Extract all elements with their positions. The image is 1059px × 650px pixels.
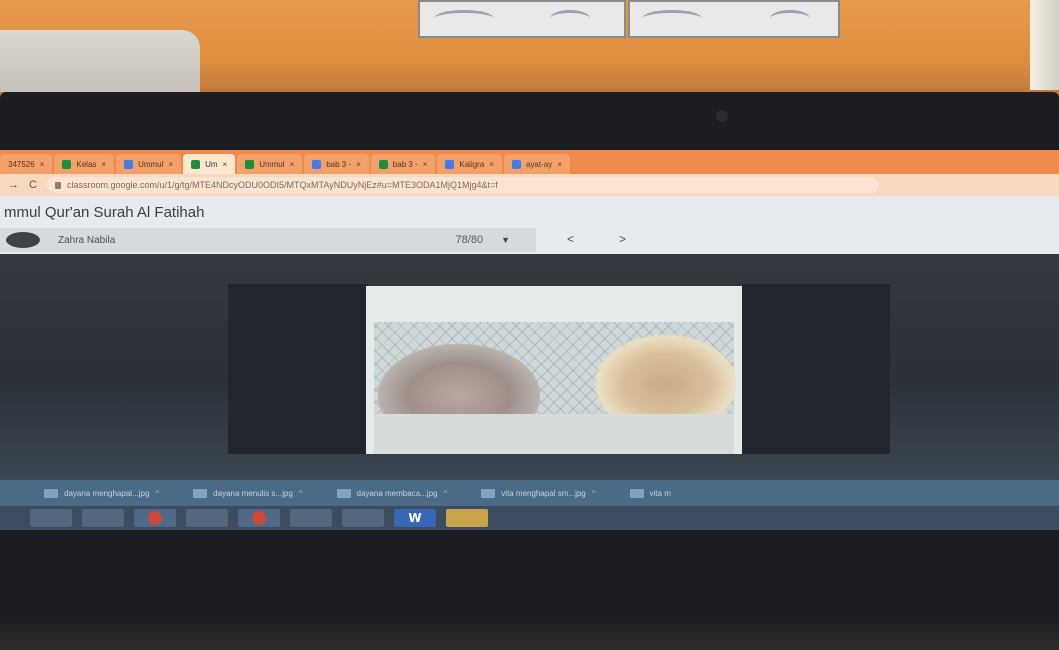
downloads-bar: dayana menghapal...jpg ^ dayana menulis …: [0, 480, 1059, 506]
word-icon[interactable]: W: [394, 509, 436, 527]
drive-icon: [312, 159, 322, 169]
tab-label: Um: [205, 159, 218, 169]
frame-logo-mark: [434, 10, 494, 27]
browser-tab[interactable]: Kelas ×: [54, 154, 115, 174]
tab-close-icon[interactable]: ×: [223, 160, 228, 169]
lock-icon: [54, 181, 61, 189]
tab-label: Ummul: [259, 159, 285, 169]
url-text: classroom.google.com/u/1/g/tg/MTE4NDcyOD…: [66, 180, 498, 190]
browser-tab[interactable]: bab 3 - ×: [304, 154, 369, 174]
browser-tab[interactable]: Ummul ×: [237, 154, 303, 174]
forward-arrow-icon[interactable]: →: [8, 179, 19, 191]
video-person-right: [588, 330, 742, 420]
download-item[interactable]: dayana menghapal...jpg ^: [44, 488, 159, 498]
tab-close-icon[interactable]: ×: [557, 160, 562, 169]
tab-close-icon[interactable]: ×: [40, 160, 45, 169]
browser-tab[interactable]: Kaligra ×: [437, 154, 502, 174]
browser-tab-active[interactable]: Um ×: [183, 154, 236, 174]
student-name: Zahra Nabila: [58, 234, 116, 246]
tab-label: bab 3 -: [392, 159, 418, 169]
classroom-icon: [62, 159, 72, 169]
classroom-icon: [378, 159, 388, 169]
next-student-button[interactable]: >: [619, 232, 626, 246]
download-item[interactable]: dayana menulis s...jpg ^: [193, 488, 303, 498]
tab-label: Kaligra: [459, 159, 485, 169]
taskbar-app-icon[interactable]: [186, 509, 228, 527]
download-filename: dayana menghapal...jpg: [64, 488, 150, 498]
wall-certificate-right: [628, 0, 840, 38]
tab-label: Ummul: [138, 159, 164, 169]
student-selector[interactable]: Zahra Nabila 78/80 ▼: [0, 228, 536, 252]
folder-icon[interactable]: [446, 509, 488, 527]
tab-close-icon[interactable]: ×: [489, 160, 494, 169]
chevron-down-icon[interactable]: ▼: [501, 235, 510, 245]
tab-label: 347526: [8, 159, 35, 169]
grader-header: mmul Qur'an Surah Al Fatihah Zahra Nabil…: [0, 196, 1059, 254]
tab-label: bab 3 -: [326, 159, 352, 169]
image-file-icon: [481, 488, 496, 498]
submission-video[interactable]: [366, 286, 742, 454]
frame-logo-mark: [642, 10, 702, 27]
webcam-lens: [716, 110, 728, 122]
tab-label: ayat-ay: [525, 159, 553, 169]
download-item[interactable]: vita m: [629, 488, 671, 498]
tab-close-icon[interactable]: ×: [168, 160, 173, 169]
taskbar-app-icon[interactable]: [342, 509, 384, 527]
laptop-screen: 347526 × Kelas × Ummul × Um × Ummul × ba…: [0, 150, 1059, 530]
tab-close-icon[interactable]: ×: [423, 160, 428, 169]
taskbar-app-icon[interactable]: [290, 509, 332, 527]
video-person-left: [378, 344, 540, 418]
submission-viewer: [0, 254, 1059, 480]
chrome-icon[interactable]: [134, 509, 176, 527]
assignment-title: mmul Qur'an Surah Al Fatihah: [4, 204, 205, 221]
chevron-up-icon[interactable]: ^: [443, 489, 447, 498]
viewer-backdrop-right: [742, 284, 890, 454]
viewer-backdrop-left: [228, 284, 368, 454]
video-foreground: [374, 414, 734, 454]
download-filename: vita m: [649, 488, 671, 498]
background-object-right: [1030, 0, 1059, 90]
chrome-icon[interactable]: [238, 509, 280, 527]
laptop-base: [0, 612, 1059, 650]
browser-tab-strip: 347526 × Kelas × Ummul × Um × Ummul × ba…: [0, 150, 1059, 174]
wall-certificate-left: [418, 0, 626, 38]
image-file-icon: [629, 488, 644, 498]
download-item[interactable]: vita menghapal sm...jpg ^: [481, 488, 596, 498]
browser-tab[interactable]: bab 3 - ×: [370, 154, 436, 174]
browser-tab[interactable]: ayat-ay ×: [503, 154, 570, 174]
browser-tab[interactable]: Ummul ×: [116, 154, 182, 174]
taskbar-app-icon[interactable]: [82, 509, 124, 527]
previous-student-button[interactable]: <: [567, 232, 574, 246]
chevron-up-icon[interactable]: ^: [592, 489, 596, 498]
image-file-icon: [44, 488, 58, 498]
background-object-left: [0, 30, 200, 92]
download-item[interactable]: dayana membaca...jpg ^: [336, 488, 447, 498]
os-taskbar: W: [0, 506, 1059, 530]
tab-close-icon[interactable]: ×: [290, 160, 295, 169]
reload-icon[interactable]: C: [29, 179, 37, 191]
tab-close-icon[interactable]: ×: [356, 160, 361, 169]
taskbar-app-icon[interactable]: [30, 509, 72, 527]
grade-score[interactable]: 78/80: [456, 234, 484, 246]
browser-toolbar: → C classroom.google.com/u/1/g/tg/MTE4ND…: [0, 174, 1059, 196]
browser-tab[interactable]: 347526 ×: [0, 154, 53, 174]
address-input[interactable]: classroom.google.com/u/1/g/tg/MTE4NDcyOD…: [46, 177, 879, 193]
chevron-up-icon[interactable]: ^: [299, 489, 303, 498]
avatar: [6, 232, 40, 248]
download-filename: vita menghapal sm...jpg: [501, 488, 586, 498]
classroom-icon: [245, 159, 255, 169]
image-file-icon: [336, 488, 351, 498]
classroom-icon: [191, 159, 201, 169]
download-filename: dayana menulis s...jpg: [213, 488, 293, 498]
frame-signature-mark: [550, 10, 590, 27]
drive-icon: [511, 159, 521, 169]
tab-close-icon[interactable]: ×: [101, 160, 106, 169]
tab-label: Kelas: [76, 159, 97, 169]
chevron-up-icon[interactable]: ^: [155, 489, 159, 498]
download-filename: dayana membaca...jpg: [356, 488, 438, 498]
drive-icon: [124, 159, 134, 169]
frame-signature-mark: [770, 10, 810, 27]
image-file-icon: [193, 488, 208, 498]
pencil-icon: [445, 159, 455, 169]
